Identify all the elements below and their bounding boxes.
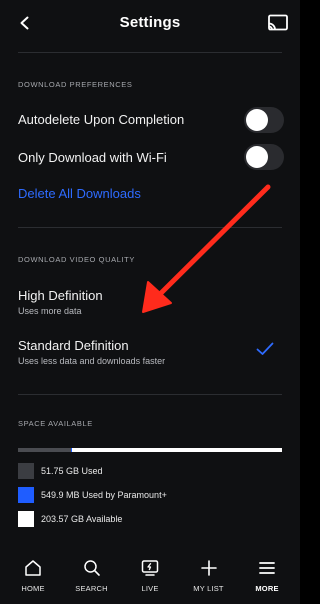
quality-option-standard-definition-subtitle: Uses less data and downloads faster	[18, 356, 166, 366]
legend-swatch-paramount	[18, 487, 34, 503]
section-label-download-preferences: DOWNLOAD PREFERENCES	[18, 80, 133, 89]
header: Settings	[0, 0, 300, 46]
delete-all-downloads-link[interactable]: Delete All Downloads	[18, 186, 141, 201]
autodelete-label: Autodelete Upon Completion	[18, 112, 185, 127]
divider	[18, 227, 282, 228]
legend-paramount: 549.9 MB Used by Paramount+	[18, 487, 167, 503]
nav-label-search: SEARCH	[75, 584, 108, 593]
storage-bar-available	[72, 448, 282, 452]
nav-item-live[interactable]: LIVE	[127, 552, 173, 604]
toggle-knob	[246, 109, 268, 131]
storage-bar	[18, 448, 282, 452]
toggle-knob	[246, 146, 268, 168]
section-label-space-available: SPACE AVAILABLE	[18, 419, 93, 428]
nav-label-more: MORE	[255, 584, 279, 593]
home-icon	[25, 560, 41, 576]
nav-item-more[interactable]: MORE	[244, 552, 290, 604]
quality-option-high-definition[interactable]: High Definition	[18, 288, 103, 303]
storage-bar-used	[18, 448, 71, 452]
divider	[18, 52, 282, 53]
nav-item-my-list[interactable]: MY LIST	[186, 552, 232, 604]
live-tv-icon	[141, 560, 159, 576]
quality-option-standard-definition[interactable]: Standard Definition	[18, 338, 129, 353]
legend-available: 203.57 GB Available	[18, 511, 122, 527]
checkmark-icon	[256, 342, 274, 355]
wifi-only-toggle[interactable]	[244, 144, 284, 170]
nav-item-home[interactable]: HOME	[10, 552, 56, 604]
nav-label-home: HOME	[21, 584, 45, 593]
settings-screen: Settings DOWNLOAD PREFERENCES Autodelete…	[0, 0, 300, 604]
quality-option-high-definition-subtitle: Uses more data	[18, 306, 82, 316]
legend-swatch-used	[18, 463, 34, 479]
wifi-only-label: Only Download with Wi-Fi	[18, 150, 167, 165]
divider	[18, 394, 282, 395]
plus-icon	[200, 560, 217, 576]
menu-icon	[259, 562, 275, 574]
cast-button[interactable]	[266, 11, 290, 35]
search-icon	[83, 560, 100, 576]
autodelete-toggle[interactable]	[244, 107, 284, 133]
legend-text-available: 203.57 GB Available	[41, 514, 123, 524]
bottom-nav: HOME SEARCH LIVE MY LIST MORE	[0, 552, 300, 604]
cast-icon	[268, 14, 288, 31]
nav-label-my-list: MY LIST	[193, 584, 224, 593]
nav-item-search[interactable]: SEARCH	[69, 552, 115, 604]
legend-text-paramount: 549.9 MB Used by Paramount+	[41, 490, 167, 500]
legend-swatch-available	[18, 511, 34, 527]
legend-used: 51.75 GB Used	[18, 463, 103, 479]
legend-text-used: 51.75 GB Used	[41, 466, 103, 476]
page-title: Settings	[119, 14, 181, 31]
nav-label-live: LIVE	[141, 584, 159, 593]
section-label-video-quality: DOWNLOAD VIDEO QUALITY	[18, 255, 135, 264]
